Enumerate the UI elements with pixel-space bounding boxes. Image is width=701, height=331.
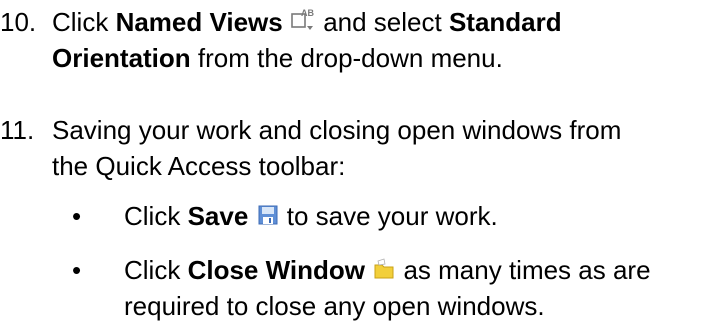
step-text: Click Named Views AB and select Standard… [52,4,692,76]
step-text: Saving your work and closing open window… [52,115,622,181]
bullet-dot: • [72,255,82,285]
close-window-label: Close Window [187,255,365,285]
bullet-text: Click Save to save your work. [124,198,701,234]
bullet-dot: • [72,201,82,231]
step-text-part: from the drop-down menu. [190,43,503,73]
step-text-part: Click [52,7,116,37]
step-number: 11. [0,115,35,145]
bullet-text-part: to save your work. [279,201,498,231]
named-views-label: Named Views [115,7,283,37]
bullet-text: Click Close Window as many times as are … [124,252,701,324]
named-views-icon: AB [290,7,316,33]
step-number: 10. [0,7,37,37]
save-icon [256,203,280,227]
bullet-text-part: Click [124,201,188,231]
svg-text:AB: AB [301,8,314,18]
bullet-text-part: Click [124,255,188,285]
close-window-icon [372,257,396,281]
save-label: Save [187,201,249,231]
step-text-part: and select [315,7,449,37]
